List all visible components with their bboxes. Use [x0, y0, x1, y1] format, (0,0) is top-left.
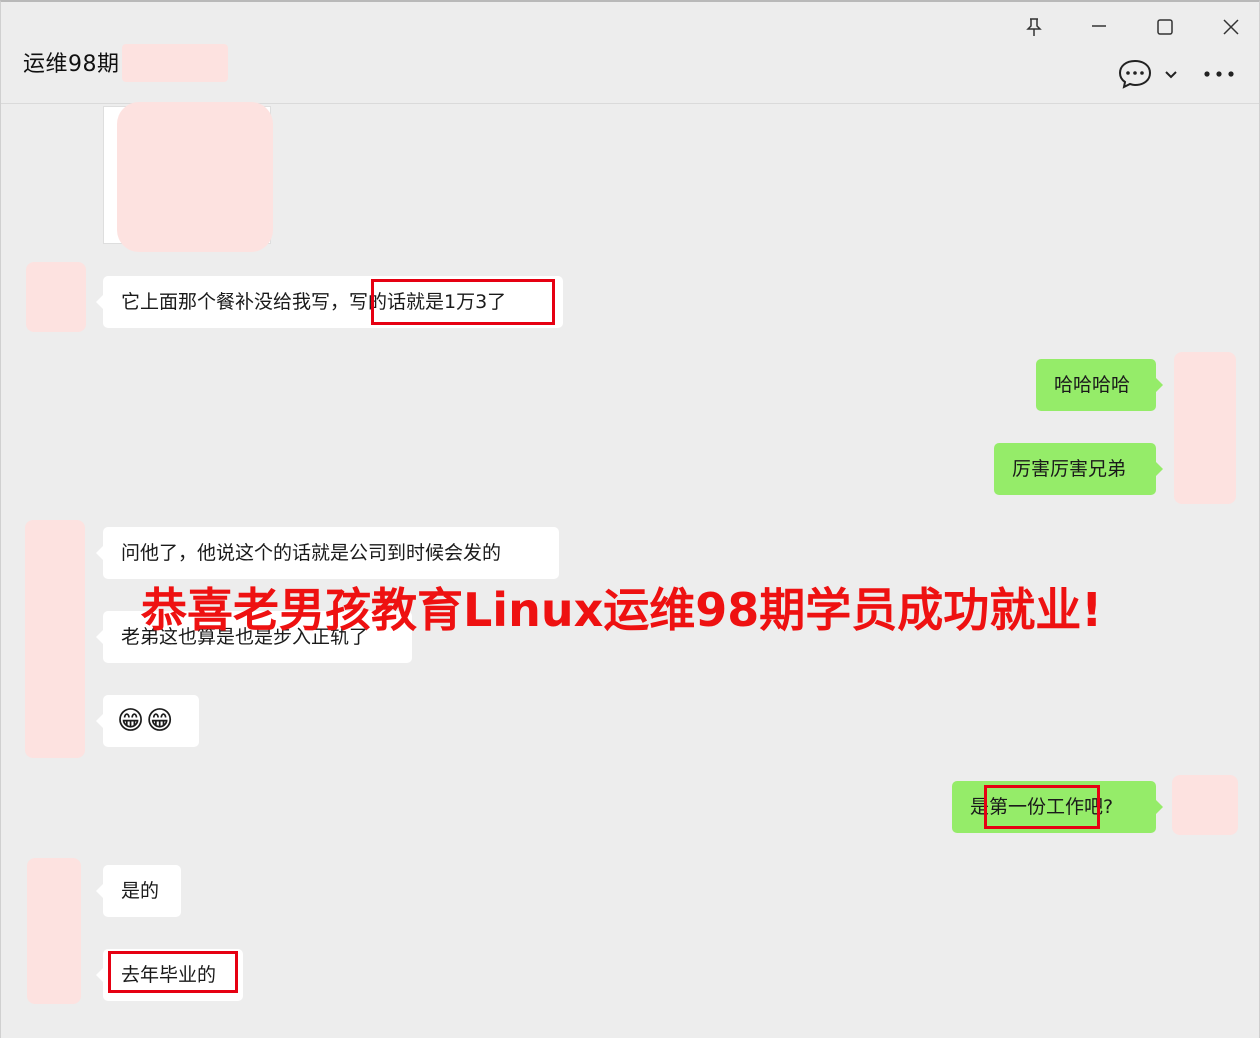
message-bubble[interactable]: 厉害厉害兄弟: [994, 443, 1163, 495]
chevron-down-icon[interactable]: [1161, 64, 1181, 84]
message-bubble[interactable]: 哈哈哈哈: [1036, 359, 1163, 411]
image-redaction: [117, 102, 273, 252]
avatar[interactable]: [26, 262, 86, 332]
message-bubble[interactable]: 问他了，他说这个的话就是公司到时候会发的: [96, 527, 559, 579]
minimize-icon[interactable]: [1084, 12, 1114, 42]
highlight-box: [108, 951, 238, 993]
more-icon[interactable]: [1201, 62, 1237, 86]
congratulation-banner: 恭喜老男孩教育Linux运维98期学员成功就业!: [141, 583, 1103, 637]
chat-title: 运维98期: [23, 52, 120, 77]
maximize-icon[interactable]: [1150, 12, 1180, 42]
avatar[interactable]: [1174, 352, 1236, 504]
emoji-message[interactable]: 😁😁: [96, 695, 199, 747]
chat-header: 运维98期: [1, 2, 1259, 104]
highlight-box: [371, 279, 555, 325]
close-icon[interactable]: [1215, 12, 1245, 42]
pin-icon[interactable]: [1019, 12, 1049, 42]
message-bubble[interactable]: 是的: [96, 865, 181, 917]
highlight-box: [984, 785, 1100, 829]
title-redaction: [122, 44, 228, 82]
avatar[interactable]: [1172, 775, 1238, 835]
chat-window: 运维98期 它上面那个餐补没给我写，写的话就是1万3了 哈哈哈哈 厉害厉害兄弟 …: [0, 0, 1260, 1038]
avatar[interactable]: [27, 858, 81, 1004]
avatar[interactable]: [25, 520, 85, 758]
chat-bubble-icon[interactable]: [1117, 58, 1153, 90]
